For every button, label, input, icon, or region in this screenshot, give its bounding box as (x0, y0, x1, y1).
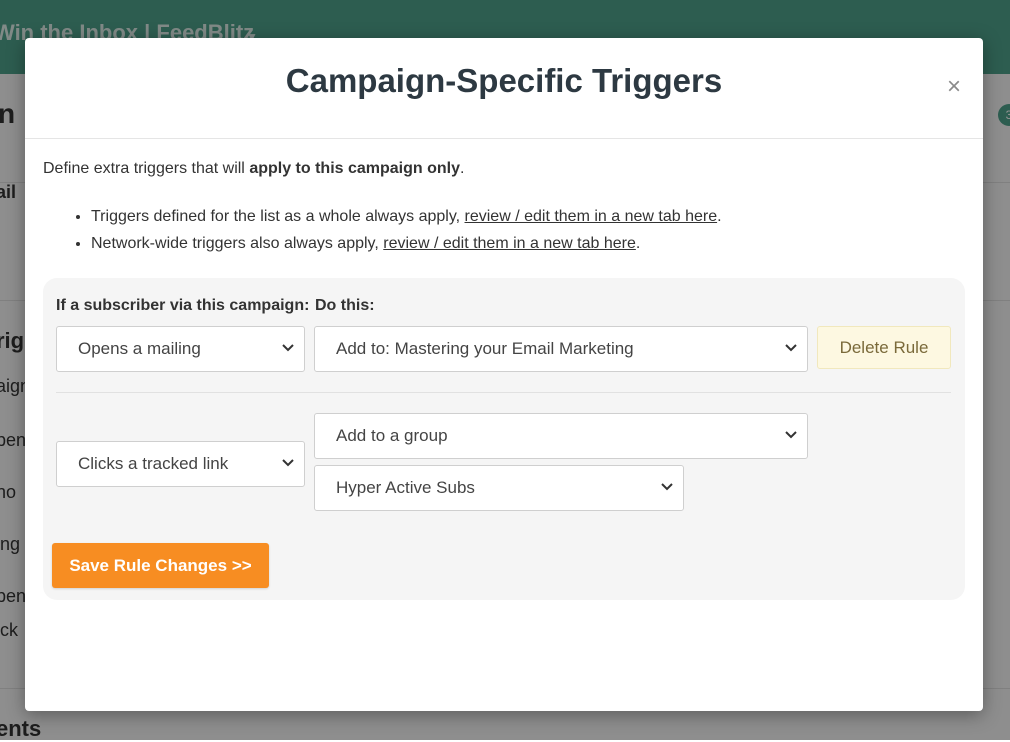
chevron-down-icon (282, 459, 294, 467)
select-value: Hyper Active Subs (336, 478, 475, 497)
delete-rule-button[interactable]: Delete Rule (817, 326, 951, 369)
if-column-label: If a subscriber via this campaign: (56, 297, 310, 314)
list-item: Triggers defined for the list as a whole… (91, 203, 722, 230)
info-list: Triggers defined for the list as a whole… (43, 203, 722, 257)
bullet-end: . (635, 235, 641, 252)
select-value: Add to: Mastering your Email Marketing (336, 339, 634, 358)
bullet-text: Network-wide triggers also always apply, (91, 235, 384, 252)
chevron-down-icon (661, 483, 673, 491)
modal-header: Campaign-Specific Triggers × (25, 38, 983, 139)
intro-text: Define extra triggers that will apply to… (43, 160, 464, 178)
triggers-modal: Campaign-Specific Triggers × Define extr… (25, 38, 983, 711)
rule1-action-select[interactable]: Add to: Mastering your Email Marketing (314, 326, 808, 372)
rule1-trigger-select[interactable]: Opens a mailing (56, 326, 305, 372)
modal-title: Campaign-Specific Triggers (285, 62, 723, 99)
rule-divider (56, 392, 951, 393)
rule2-action-select[interactable]: Add to a group (314, 413, 808, 459)
close-button[interactable]: × (947, 75, 961, 99)
chevron-down-icon (282, 344, 294, 352)
chevron-down-icon (785, 344, 797, 352)
do-column-label: Do this: (315, 297, 375, 314)
select-value: Clicks a tracked link (78, 454, 229, 473)
chevron-down-icon (785, 431, 797, 439)
intro-suffix: . (460, 160, 465, 177)
select-value: Opens a mailing (78, 339, 201, 358)
intro-bold: apply to this campaign only (249, 160, 461, 177)
select-value: Add to a group (336, 426, 448, 445)
review-list-triggers-link[interactable]: review / edit them in a new tab here (465, 208, 718, 225)
bullet-text: Triggers defined for the list as a whole… (91, 208, 465, 225)
list-item: Network-wide triggers also always apply,… (91, 230, 722, 257)
rule2-trigger-select[interactable]: Clicks a tracked link (56, 441, 305, 487)
rule2-group-select[interactable]: Hyper Active Subs (314, 465, 684, 511)
review-network-triggers-link[interactable]: review / edit them in a new tab here (383, 235, 636, 252)
rules-panel: If a subscriber via this campaign: Do th… (43, 278, 965, 600)
intro-prefix: Define extra triggers that will (43, 160, 250, 177)
save-rule-changes-button[interactable]: Save Rule Changes >> (52, 543, 269, 588)
bullet-end: . (717, 208, 722, 225)
